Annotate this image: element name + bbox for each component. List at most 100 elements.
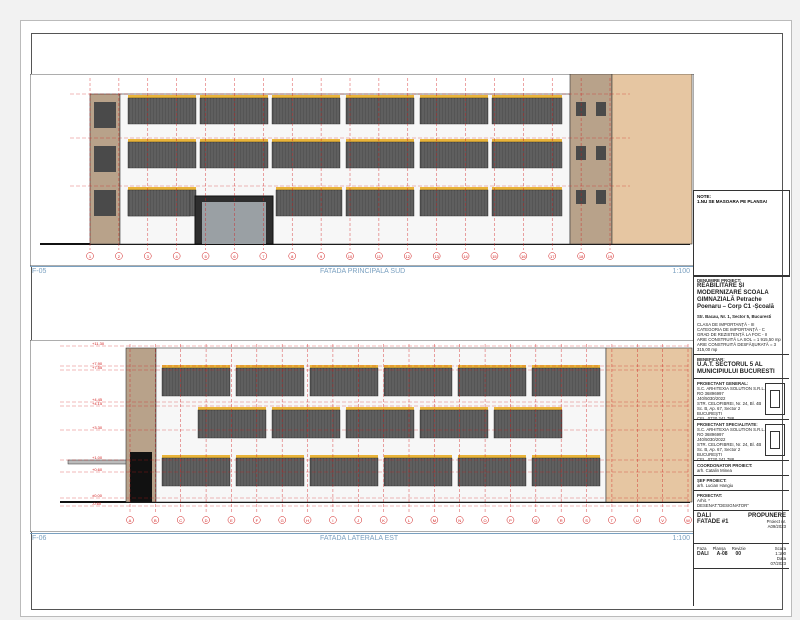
axis-label: 18 — [579, 254, 584, 259]
axis-label: A — [129, 518, 132, 523]
axis-label: 15 — [492, 254, 497, 259]
sunshade — [420, 407, 488, 410]
window-band — [345, 409, 415, 439]
level-label: +7.55 — [92, 365, 103, 370]
sunshade — [200, 95, 268, 98]
view-id-top: F-05 — [32, 268, 47, 275]
axis-label: I — [332, 518, 333, 523]
window-band — [491, 97, 563, 125]
axis-label: E — [230, 518, 233, 523]
axis-label: M — [433, 518, 436, 523]
sunshade — [128, 187, 190, 190]
axis-label: 17 — [550, 254, 555, 259]
view-label-bar-top: F-05 FATADA PRINCIPALA SUD 1:100 — [30, 266, 694, 277]
elevation-south: 1 2 3 4 5 6 7 8 9 10 11 12 13 14 15 16 17 18 19 — [30, 74, 694, 266]
window-band — [199, 97, 269, 125]
window-band — [235, 367, 305, 397]
axis-label: K — [382, 518, 385, 523]
specialty-logo-icon — [765, 424, 785, 456]
sunshade — [236, 455, 304, 458]
axis-label: 19 — [608, 254, 613, 259]
sunshade — [532, 455, 600, 458]
notes-box: NOTE: 1.NU SE MASOARA PE PLANSA! — [693, 190, 790, 277]
axis-label: R — [560, 518, 563, 523]
sunshade — [200, 139, 268, 142]
axis-label: P — [509, 518, 512, 523]
axis-label: 13 — [434, 254, 439, 259]
window-band — [419, 189, 489, 217]
notes-text: 1.NU SE MASOARA PE PLANSA! — [697, 199, 768, 204]
axis-label: B — [154, 518, 157, 523]
sunshade — [458, 365, 526, 368]
axis-label: D — [205, 518, 208, 523]
coordinator-name: arh. Catalin Minea — [697, 468, 732, 473]
window-band — [419, 97, 489, 125]
sunshade — [310, 365, 378, 368]
window-band — [419, 409, 489, 439]
axis-label: Q — [534, 518, 537, 523]
axis-label: N — [458, 518, 461, 523]
axis-label: 10 — [348, 254, 353, 259]
view-label-bar-bottom: F-06 FATADA LATERALA EST 1:100 — [30, 533, 694, 544]
specialty-designer-line: CEL. 0720.241.788 — [697, 457, 735, 462]
window-band — [127, 141, 197, 169]
window-band — [199, 141, 269, 169]
sunshade — [532, 365, 600, 368]
sunshade — [492, 187, 562, 190]
sunshade — [272, 139, 340, 142]
level-label: ±0.00 — [92, 493, 103, 498]
window-band — [127, 97, 197, 125]
sunshade — [128, 95, 196, 98]
window-band — [197, 409, 267, 439]
beneficiary-name: U.A.T. SECTORUL 5 AL MUNICIPIULUI BUCURE… — [697, 362, 775, 375]
window-band — [491, 189, 563, 217]
sunshade — [420, 187, 488, 190]
sunshade — [346, 407, 414, 410]
sunshade — [420, 95, 488, 98]
sunshade — [384, 455, 452, 458]
level-label: -0.60 — [92, 501, 102, 506]
window-band — [345, 97, 415, 125]
sunshade — [494, 407, 562, 410]
sunshade — [346, 95, 414, 98]
sunshade — [492, 95, 562, 98]
axis-label: H — [306, 518, 309, 523]
axis-label: O — [484, 518, 487, 523]
sunshade — [384, 365, 452, 368]
window-band — [531, 367, 601, 397]
view-scale-top: 1:100 — [672, 268, 690, 275]
date-value: 07/2023 — [770, 561, 786, 566]
footer-value: A-08 — [716, 551, 728, 557]
level-label: +3.30 — [92, 425, 103, 430]
sunshade — [162, 365, 230, 368]
view-id-bottom: F-06 — [32, 535, 47, 542]
sunshade — [346, 139, 414, 142]
sunshade — [162, 455, 230, 458]
level-label: +0.60 — [92, 467, 103, 472]
footer-value: DALI — [697, 551, 709, 557]
sunshade — [276, 187, 342, 190]
project-address: Str. Bacau, Nr. 1, Sector 5, Bucuresti — [697, 314, 772, 319]
sunshade — [236, 365, 304, 368]
sunshade — [128, 139, 196, 142]
axis-label: V — [661, 518, 664, 523]
window-band — [271, 141, 341, 169]
level-label: +1.00 — [92, 455, 103, 460]
project-detail-line: ARIE CONSTRUITĂ DESFĂȘURATĂ = 3 315,00 m… — [697, 342, 777, 352]
footer-value: 00 — [735, 551, 742, 557]
sunshade — [272, 95, 340, 98]
project-no: A09/2023 — [767, 524, 786, 529]
window-band — [345, 141, 415, 169]
window-band — [309, 367, 379, 397]
sunshade — [420, 139, 488, 142]
window-band — [345, 189, 415, 217]
window-band — [271, 97, 341, 125]
axis-label: U — [636, 518, 639, 523]
window-band — [491, 141, 563, 169]
view-title-top: FATADA PRINCIPALA SUD — [320, 268, 406, 275]
sunshade — [458, 455, 526, 458]
elevation-east: A B C D E F G H I J K L M N O P Q R S T U V W+11.30+7.90+7.55+… — [30, 340, 694, 532]
window-band — [419, 141, 489, 169]
window-band — [383, 367, 453, 397]
axis-label: W — [686, 518, 690, 523]
